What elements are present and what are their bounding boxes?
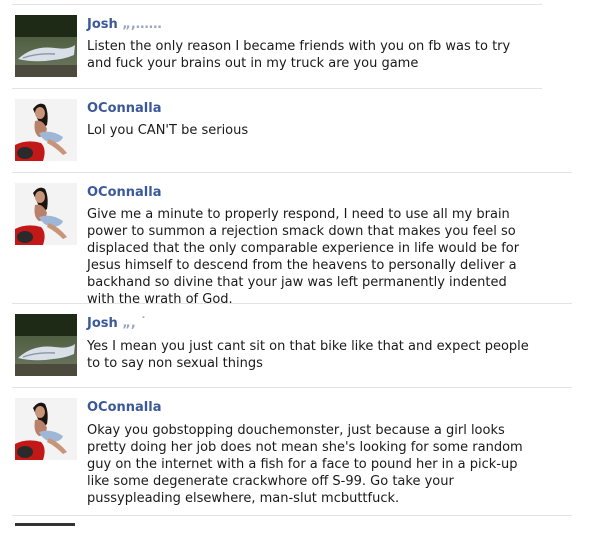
message-text: Listen the only reason I became friends … (87, 39, 511, 71)
message-text: Okay you gobstopping douchemonster, just… (87, 423, 523, 506)
divider (12, 515, 572, 516)
sender-first-name[interactable]: Josh (87, 17, 118, 32)
divider (12, 172, 572, 173)
fish-photo-icon (15, 15, 77, 77)
sender-name[interactable]: OConnalla (87, 101, 162, 116)
woman-photo-icon (15, 183, 77, 245)
sender-first-name[interactable]: Josh (87, 316, 118, 331)
next-avatar-edge (15, 523, 75, 526)
avatar[interactable] (15, 314, 77, 376)
avatar[interactable] (15, 99, 77, 161)
fish-photo-icon (15, 314, 77, 376)
sender-name[interactable]: OConnalla (87, 400, 162, 415)
message-text: Give me a minute to properly respond, I … (87, 207, 520, 307)
divider (12, 88, 542, 89)
redacted-surname: „, ˙ (122, 316, 147, 331)
sender-name[interactable]: OConnalla (87, 185, 162, 200)
redacted-surname: „,…… (122, 17, 162, 32)
woman-photo-icon (15, 99, 77, 161)
divider (12, 303, 572, 304)
top-divider (12, 4, 542, 5)
sender-name[interactable]: Josh „, ˙ (87, 316, 147, 331)
woman-photo-icon (15, 398, 77, 460)
message-text: Yes I mean you just cant sit on that bik… (87, 339, 529, 371)
avatar[interactable] (15, 183, 77, 245)
avatar[interactable] (15, 15, 77, 77)
divider (12, 387, 572, 388)
sender-name[interactable]: Josh „,…… (87, 17, 162, 32)
avatar[interactable] (15, 398, 77, 460)
message-text: Lol you CAN'T be serious (87, 123, 249, 138)
